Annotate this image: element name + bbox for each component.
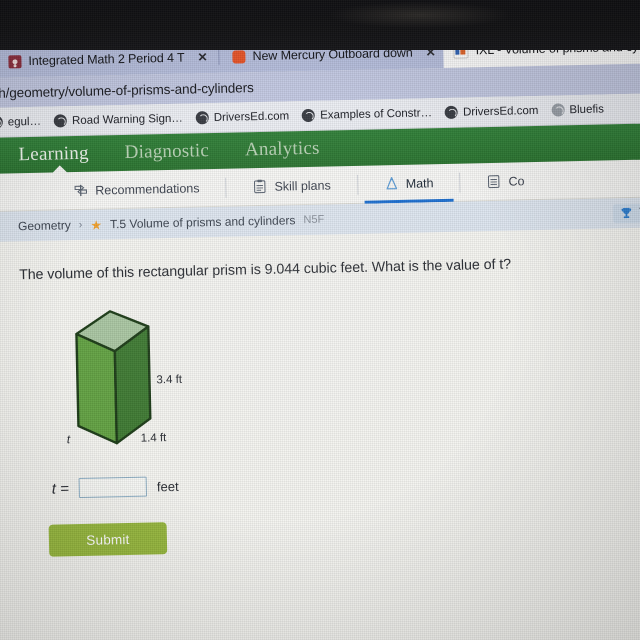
answer-row: t = feet bbox=[52, 466, 640, 499]
bookmark-item[interactable]: Examples of Constr… bbox=[302, 106, 433, 123]
globe-icon bbox=[195, 111, 209, 125]
grey-globe-icon bbox=[551, 103, 565, 117]
sub-nav-label: Co bbox=[508, 173, 525, 189]
close-icon[interactable]: ✕ bbox=[197, 50, 207, 64]
answer-unit-label: feet bbox=[156, 478, 179, 494]
breadcrumb-subject[interactable]: Geometry bbox=[18, 218, 71, 233]
compass-icon bbox=[386, 177, 397, 190]
question-panel: The volume of this rectangular prism is … bbox=[0, 227, 640, 640]
bookmark-item[interactable]: egul… bbox=[0, 115, 41, 129]
sub-nav-label: Skill plans bbox=[274, 177, 331, 194]
prism-figure: 3.4 ft 1.4 ft t bbox=[48, 300, 281, 465]
submit-button[interactable]: Submit bbox=[48, 522, 168, 557]
width-label: 1.4 ft bbox=[140, 432, 167, 445]
question-prompt: The volume of this rectangular prism is … bbox=[18, 256, 512, 284]
bookmark-item[interactable]: Bluefis bbox=[551, 102, 605, 117]
depth-label: t bbox=[66, 432, 71, 447]
answer-variable-label: t = bbox=[51, 479, 70, 498]
star-icon[interactable]: ★ bbox=[90, 217, 102, 232]
bookmark-label: Examples of Constr… bbox=[320, 106, 433, 122]
nav-item-diagnostic[interactable]: Diagnostic bbox=[124, 140, 209, 164]
globe-icon bbox=[302, 108, 316, 123]
sub-nav-recommendations[interactable]: Recommendations bbox=[47, 168, 226, 210]
globe-icon bbox=[53, 114, 68, 128]
chevron-right-icon: › bbox=[78, 218, 83, 231]
classroom-icon bbox=[8, 54, 22, 68]
clipboard-list-icon bbox=[254, 179, 266, 194]
monitor-screen: Integrated Math 2 Period 4 T ✕ New Mercu… bbox=[0, 25, 640, 640]
bookmark-label: DriversEd.com bbox=[213, 109, 290, 124]
url-text: ath/geometry/volume-of-prisms-and-cylind… bbox=[0, 79, 254, 101]
skill-code: N5F bbox=[303, 213, 325, 227]
clipboard-icon bbox=[488, 175, 500, 189]
height-label: 3.4 ft bbox=[156, 373, 183, 387]
monitor-bezel bbox=[0, 0, 640, 50]
globe-icon bbox=[0, 115, 3, 129]
answer-input[interactable] bbox=[78, 476, 148, 499]
bezel-glare bbox=[330, 2, 510, 28]
bookmark-label: DriversEd.com bbox=[462, 104, 539, 119]
sub-nav-label: Recommendations bbox=[95, 180, 200, 198]
tab-divider bbox=[218, 47, 220, 65]
breadcrumb-skill: T.5 Volume of prisms and cylinders bbox=[109, 213, 296, 232]
signpost-icon bbox=[74, 184, 88, 197]
mercury-icon bbox=[232, 49, 246, 64]
progress-widget[interactable]: Yo bbox=[612, 202, 640, 223]
bookmark-label: Road Warning Sign… bbox=[71, 112, 183, 127]
trophy-icon bbox=[621, 207, 632, 218]
nav-item-analytics[interactable]: Analytics bbox=[245, 138, 320, 162]
browser-tab-1-title: Integrated Math 2 Period 4 T bbox=[28, 50, 185, 69]
bookmark-item[interactable]: DriversEd.com bbox=[195, 109, 290, 125]
globe-icon bbox=[444, 105, 459, 119]
bookmark-item[interactable]: Road Warning Sign… bbox=[53, 112, 183, 128]
sub-nav-skill-plans[interactable]: Skill plans bbox=[226, 165, 357, 206]
sub-nav-math[interactable]: Math bbox=[357, 163, 460, 203]
sub-nav-company[interactable]: Co bbox=[460, 161, 551, 201]
sub-nav-label: Math bbox=[405, 175, 434, 191]
bookmark-label: Bluefis bbox=[569, 102, 605, 116]
bookmark-label: egul… bbox=[7, 115, 42, 128]
bookmark-item[interactable]: DriversEd.com bbox=[444, 104, 539, 119]
screenshot-root: Integrated Math 2 Period 4 T ✕ New Mercu… bbox=[0, 0, 640, 640]
nav-item-learning[interactable]: Learning bbox=[18, 143, 89, 167]
